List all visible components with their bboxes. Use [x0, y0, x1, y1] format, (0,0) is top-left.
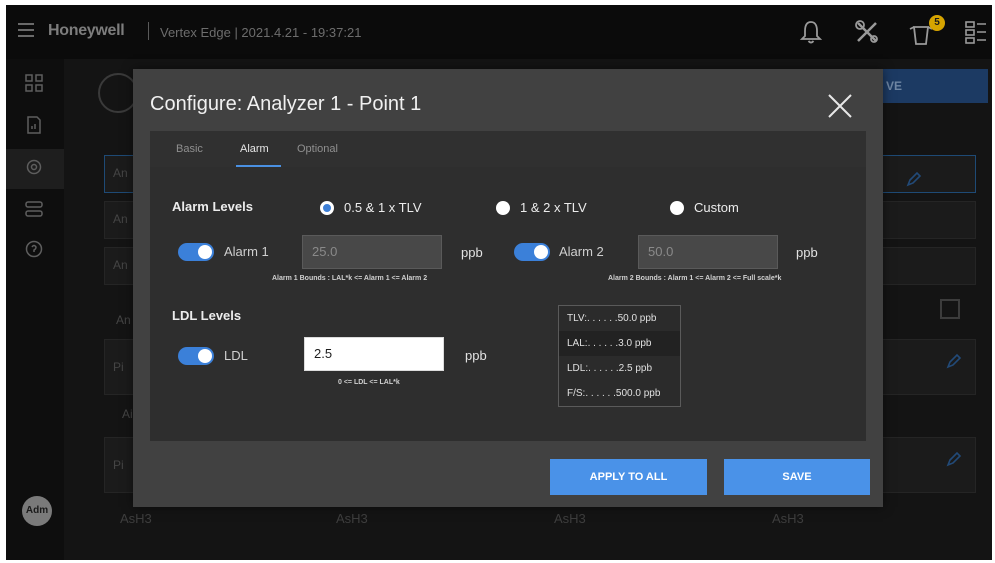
tab-bar: Basic Alarm Optional: [150, 131, 866, 167]
radio-label: 0.5 & 1 x TLV: [344, 200, 422, 215]
ldl-unit: ppb: [465, 348, 487, 363]
copy-icon: [940, 299, 960, 319]
edit-pencil-icon: [946, 353, 962, 369]
hamburger-menu-icon[interactable]: [18, 23, 34, 37]
left-sidebar: Adm: [6, 59, 64, 560]
alarm1-input[interactable]: 25.0: [302, 235, 442, 269]
background-gas-label: AsH3: [120, 511, 152, 526]
reference-item: TLV:. . . . . .50.0 ppb: [567, 313, 657, 324]
devices-icon[interactable]: [24, 199, 44, 219]
alarm2-input[interactable]: 50.0: [638, 235, 778, 269]
background-gas-label: AsH3: [772, 511, 804, 526]
edit-pencil-icon: [906, 171, 922, 187]
tools-icon[interactable]: [852, 17, 882, 47]
edit-pencil-icon: [946, 451, 962, 467]
background-text: An: [116, 313, 131, 327]
help-circle-icon[interactable]: [24, 239, 44, 259]
alarm2-unit: ppb: [796, 245, 818, 260]
list-menu-icon[interactable]: [960, 17, 990, 47]
settings-gear-icon[interactable]: [24, 157, 44, 177]
user-avatar[interactable]: Adm: [22, 496, 52, 526]
background-text: Ai: [122, 407, 133, 421]
alarm-settings-panel: Alarm Levels 0.5 & 1 x TLV 1 & 2 x TLV C…: [150, 167, 866, 441]
radio-half-and-one-tlv[interactable]: [320, 201, 334, 215]
apply-to-all-button[interactable]: APPLY TO ALL: [550, 459, 707, 495]
reference-values-list: TLV:. . . . . .50.0 ppb LAL:. . . . . .3…: [558, 305, 681, 407]
background-gas-label: AsH3: [554, 511, 586, 526]
back-arrow-icon: [98, 73, 138, 113]
alarm1-label: Alarm 1: [224, 244, 269, 259]
radio-label: Custom: [694, 200, 739, 215]
bell-icon[interactable]: [796, 17, 826, 47]
alarm1-bounds-hint: Alarm 1 Bounds : LAL*k <= Alarm 1 <= Ala…: [272, 275, 428, 282]
configure-dialog: Configure: Analyzer 1 - Point 1 Basic Al…: [133, 69, 883, 507]
document-chart-icon[interactable]: [24, 115, 44, 135]
ldl-bounds-hint: 0 <= LDL <= LAL*k: [338, 379, 400, 386]
tab-alarm[interactable]: Alarm: [240, 143, 269, 155]
save-button[interactable]: SAVE: [724, 459, 870, 495]
close-icon[interactable]: [825, 91, 855, 121]
reference-item: LDL:. . . . . .2.5 ppb: [567, 363, 653, 374]
alarm2-label: Alarm 2: [559, 244, 604, 259]
dialog-title: Configure: Analyzer 1 - Point 1: [150, 93, 422, 115]
background-gas-label: AsH3: [336, 511, 368, 526]
alarm2-bounds-hint: Alarm 2 Bounds : Alarm 1 <= Alarm 2 <= F…: [608, 275, 782, 282]
app-title: Vertex Edge | 2021.4.21 - 19:37:21: [160, 25, 362, 40]
title-divider: [148, 22, 149, 40]
dashboard-grid-icon[interactable]: [24, 73, 44, 93]
radio-label: 1 & 2 x TLV: [520, 200, 587, 215]
alarm2-toggle[interactable]: [514, 243, 550, 261]
notification-badge: 5: [929, 15, 945, 31]
reference-item: LAL:. . . . . .3.0 ppb: [559, 331, 680, 356]
radio-custom[interactable]: [670, 201, 684, 215]
reference-item: F/S:. . . . . .500.0 ppb: [567, 388, 661, 399]
ldl-toggle[interactable]: [178, 347, 214, 365]
alarm1-unit: ppb: [461, 245, 483, 260]
tab-optional[interactable]: Optional: [297, 143, 338, 155]
tab-basic[interactable]: Basic: [176, 143, 203, 155]
top-bar: Honeywell Vertex Edge | 2021.4.21 - 19:3…: [6, 5, 992, 59]
alarm-levels-heading: Alarm Levels: [172, 199, 253, 214]
brand-logo: Honeywell: [48, 22, 125, 39]
alarm1-toggle[interactable]: [178, 243, 214, 261]
radio-one-and-two-tlv[interactable]: [496, 201, 510, 215]
ldl-input[interactable]: 2.5: [304, 337, 444, 371]
background-save-button: VE: [866, 69, 988, 103]
app-screen: Honeywell Vertex Edge | 2021.4.21 - 19:3…: [6, 5, 992, 560]
ldl-label: LDL: [224, 348, 248, 363]
ldl-levels-heading: LDL Levels: [172, 308, 242, 323]
